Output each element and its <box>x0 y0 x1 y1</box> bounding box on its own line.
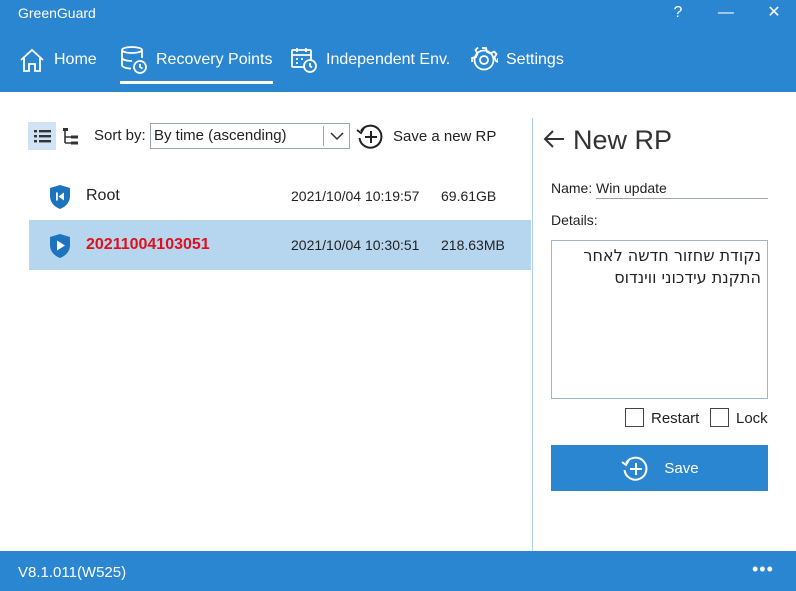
nav-independent-env[interactable]: Independent Env. <box>290 28 450 92</box>
details-label: Details: <box>551 212 598 228</box>
sort-dropdown[interactable]: By time (ascending) <box>150 123 350 149</box>
details-textarea[interactable]: נקודת שחזור חדשה לאחר התקנת עידכוני ווינ… <box>551 240 768 399</box>
rp-row-root[interactable]: Root 2021/10/04 10:19:57 69.61GB <box>29 171 531 221</box>
back-arrow-icon[interactable] <box>542 128 566 150</box>
dropdown-divider <box>323 126 324 146</box>
close-button[interactable]: ✕ <box>762 2 786 26</box>
list-view-toggle[interactable] <box>28 122 56 150</box>
save-new-rp-label: Save a new RP <box>393 127 497 145</box>
rp-size: 69.61GB <box>441 188 497 204</box>
sort-dropdown-value: By time (ascending) <box>154 127 287 144</box>
status-bar: V8.1.011(W525) ••• <box>0 551 796 591</box>
lock-label: Lock <box>736 410 768 427</box>
tree-icon <box>63 128 78 145</box>
nav-independent-env-label: Independent Env. <box>326 51 451 68</box>
rp-name: Root <box>86 187 120 204</box>
name-input[interactable] <box>596 177 768 199</box>
rp-size: 218.63MB <box>441 237 505 253</box>
restore-add-icon <box>356 124 383 149</box>
nav-settings[interactable]: Settings <box>470 28 564 92</box>
more-options-button[interactable]: ••• <box>752 559 774 580</box>
rp-name: 20211004103051 <box>86 236 210 253</box>
gear-icon <box>471 46 498 71</box>
rp-time: 2021/10/04 10:30:51 <box>291 237 420 253</box>
panel-divider <box>532 118 533 551</box>
calendar-clock-icon <box>291 48 317 73</box>
lock-checkbox[interactable] <box>710 408 729 427</box>
sort-label: Sort by: <box>94 127 146 144</box>
restart-checkbox[interactable] <box>625 408 644 427</box>
list-icon <box>34 130 51 143</box>
nav-recovery-points-label: Recovery Points <box>156 51 273 68</box>
version-label: V8.1.011(W525) <box>18 564 127 581</box>
app-title: GreenGuard <box>18 5 96 21</box>
restart-label: Restart <box>651 410 700 427</box>
name-label: Name: <box>551 180 593 196</box>
main-content: Sort by: By time (ascending) Save a new … <box>0 92 796 551</box>
minimize-button[interactable]: — <box>714 2 738 26</box>
main-nav: Home Recovery Points Independent Env. Se… <box>0 28 796 92</box>
save-button[interactable]: Save <box>551 445 768 491</box>
nav-home-label: Home <box>54 51 97 68</box>
shield-root-icon <box>50 185 70 209</box>
database-restore-icon <box>121 46 147 74</box>
active-tab-underline <box>120 81 273 84</box>
nav-recovery-points[interactable]: Recovery Points <box>120 28 273 92</box>
chevron-down-icon <box>330 132 344 141</box>
help-button[interactable]: ? <box>666 2 690 26</box>
nav-home[interactable]: Home <box>18 28 97 92</box>
nav-settings-label: Settings <box>506 51 564 68</box>
save-button-label: Save <box>664 459 699 477</box>
panel-title: New RP <box>573 125 673 155</box>
restore-add-icon <box>621 456 648 481</box>
shield-current-icon <box>50 234 70 258</box>
rp-row-selected[interactable]: 20211004103051 2021/10/04 10:30:51 218.6… <box>29 220 531 270</box>
home-icon <box>20 48 44 72</box>
rp-time: 2021/10/04 10:19:57 <box>291 188 420 204</box>
title-bar: GreenGuard ? — ✕ <box>0 0 796 28</box>
tree-view-toggle[interactable] <box>60 124 82 148</box>
save-new-rp-button[interactable]: Save a new RP <box>355 121 496 151</box>
